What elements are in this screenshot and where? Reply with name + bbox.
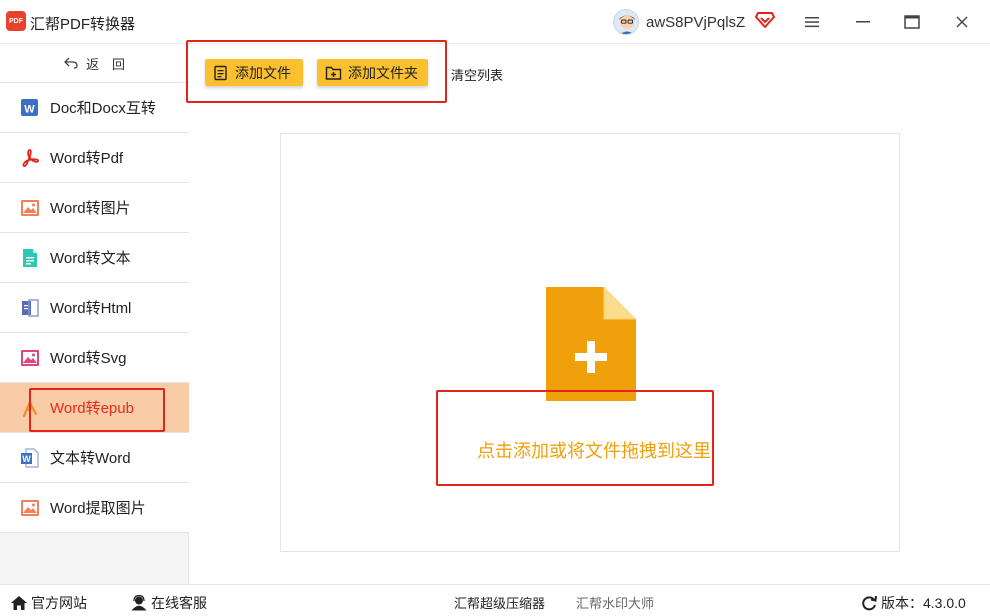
add-document-icon	[546, 287, 636, 401]
minimize-icon[interactable]	[848, 8, 878, 36]
sidebar-item-label: Word转epub	[50, 400, 134, 417]
extract-image-icon	[21, 499, 39, 516]
official-website-label: 官方网站	[31, 595, 87, 611]
app-title: 汇帮PDF转换器	[30, 16, 136, 33]
sidebar-item-label: Word转文本	[50, 250, 131, 267]
conversion-menu: W Doc和Docx互转 Word转Pdf Word转图片 Word转文本 Wo…	[0, 83, 189, 533]
sidebar-item-text-word[interactable]: W 文本转Word	[0, 433, 189, 483]
svg-image-icon	[21, 349, 39, 366]
app-logo-text: PDF	[9, 17, 23, 25]
sidebar-item-word-text[interactable]: Word转文本	[0, 233, 189, 283]
menu-icon[interactable]	[797, 8, 827, 36]
pdf-icon	[22, 148, 39, 167]
sidebar: 返 回 W Doc和Docx互转 Word转Pdf Word转图片 Word转文…	[0, 44, 189, 584]
text-doc-icon	[23, 248, 37, 267]
word-icon: W	[21, 98, 38, 116]
customer-service-icon	[131, 595, 147, 611]
sidebar-item-word-html[interactable]: Word转Html	[0, 283, 189, 333]
sidebar-item-doc-docx[interactable]: W Doc和Docx互转	[0, 83, 189, 133]
add-file-button[interactable]: 添加文件	[205, 59, 303, 86]
add-file-icon	[214, 65, 227, 80]
toolbar: 添加文件 添加文件夹 清空列表	[190, 44, 990, 104]
sidebar-item-label: Word转Html	[50, 300, 132, 317]
official-website-link[interactable]: 官方网站	[10, 593, 87, 613]
add-folder-label: 添加文件夹	[348, 64, 418, 81]
title-bar: PDF 汇帮PDF转换器 awS8PVjPqlsZ	[0, 0, 990, 44]
svg-text:W: W	[22, 454, 31, 464]
drop-hint-text: 点击添加或将文件拖拽到这里	[281, 437, 901, 463]
home-icon	[11, 596, 27, 610]
version-info[interactable]: 版本：4.3.0.0	[860, 593, 966, 613]
sidebar-item-word-extract-image[interactable]: Word提取图片	[0, 483, 189, 533]
back-label: 返 回	[85, 56, 125, 72]
close-icon[interactable]	[947, 8, 977, 36]
sidebar-item-label: 文本转Word	[50, 450, 131, 467]
word-doc-icon: W	[21, 447, 39, 468]
drop-hint-label: 点击添加或将文件拖拽到这里	[477, 441, 711, 461]
back-arrow-icon	[64, 57, 78, 69]
add-file-label: 添加文件	[235, 64, 291, 81]
sidebar-item-word-pdf[interactable]: Word转Pdf	[0, 133, 189, 183]
sidebar-item-label: Word提取图片	[50, 500, 146, 517]
add-folder-button[interactable]: 添加文件夹	[317, 59, 428, 86]
sidebar-item-label: Word转Svg	[50, 350, 127, 367]
clear-list-button[interactable]: 清空列表	[451, 65, 503, 84]
super-compressor-link[interactable]: 汇帮超级压缩器	[454, 593, 545, 612]
sidebar-item-label: Word转Pdf	[50, 150, 124, 167]
app-logo: PDF	[6, 11, 26, 31]
username[interactable]: awS8PVjPqlsZ	[646, 14, 745, 31]
watermark-master-label: 汇帮水印大师	[576, 596, 655, 611]
sidebar-item-label: Word转图片	[50, 200, 131, 217]
watermark-master-link[interactable]: 汇帮水印大师	[576, 593, 654, 612]
sidebar-item-word-svg[interactable]: Word转Svg	[0, 333, 189, 383]
sidebar-item-label: Doc和Docx互转	[50, 100, 156, 117]
html-doc-icon	[22, 298, 39, 317]
back-button[interactable]: 返 回	[0, 44, 189, 83]
image-icon	[21, 199, 39, 216]
sidebar-item-word-epub[interactable]: Word转epub	[0, 383, 189, 433]
epub-icon	[22, 400, 38, 417]
vip-diamond-icon[interactable]	[755, 11, 775, 29]
version-label: 版本：4.3.0.0	[881, 595, 966, 611]
online-service-label: 在线客服	[151, 595, 207, 611]
online-service-link[interactable]: 在线客服	[130, 593, 207, 613]
user-avatar[interactable]	[613, 9, 639, 35]
add-folder-icon	[325, 66, 342, 80]
sidebar-item-word-image[interactable]: Word转图片	[0, 183, 189, 233]
super-compressor-label: 汇帮超级压缩器	[454, 596, 546, 611]
status-bar: 官方网站 在线客服 汇帮超级压缩器 汇帮水印大师 版本：4.3.0.0	[0, 584, 990, 616]
refresh-icon	[862, 595, 877, 611]
file-drop-zone[interactable]: 点击添加或将文件拖拽到这里	[280, 133, 900, 552]
maximize-icon[interactable]	[897, 8, 927, 36]
svg-text:W: W	[24, 103, 35, 115]
